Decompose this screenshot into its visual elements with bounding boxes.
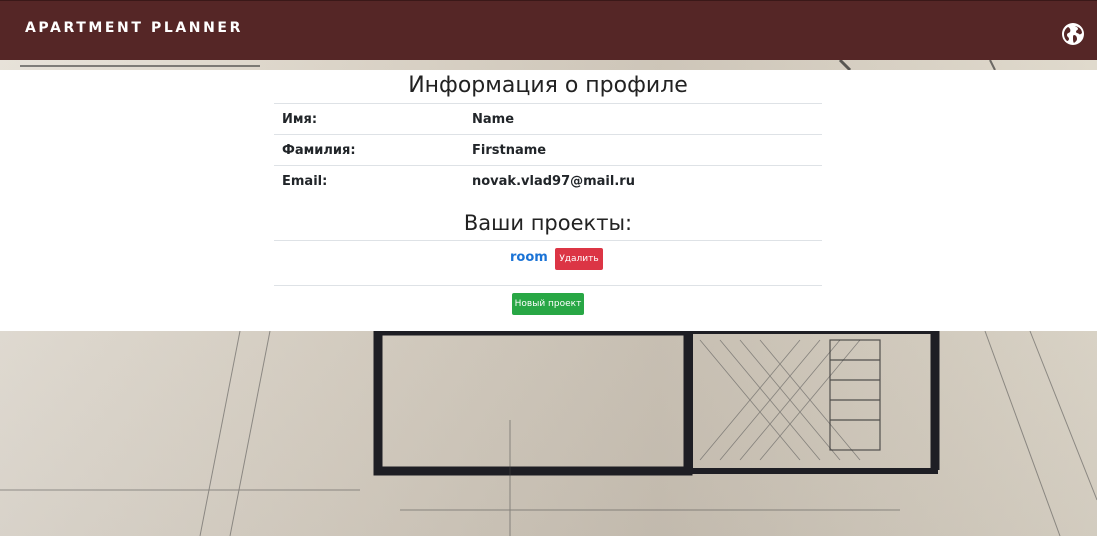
delete-project-button[interactable]: Удалить: [555, 248, 603, 270]
projects-title: Ваши проекты:: [463, 211, 633, 235]
profile-table: Имя: Name Фамилия: Firstname Email: nova…: [274, 103, 822, 196]
top-navbar: APARTMENT PLANNER: [0, 0, 1097, 60]
first-name-label: Имя:: [274, 103, 464, 135]
profile-title: Информация о профиле: [408, 73, 688, 98]
brand-logo[interactable]: APARTMENT PLANNER: [25, 20, 243, 36]
table-row: Имя: Name: [274, 103, 822, 135]
profile-panel: Информация о профиле Имя: Name Фамилия: …: [0, 70, 1097, 331]
last-name-value: Firstname: [464, 134, 822, 166]
last-name-label: Фамилия:: [274, 134, 464, 166]
new-project-button[interactable]: Новый проект: [512, 293, 584, 315]
table-row: Email: novak.vlad97@mail.ru: [274, 165, 822, 196]
table-row: Фамилия: Firstname: [274, 134, 822, 166]
project-link-room[interactable]: room: [510, 250, 548, 265]
projects-list: room Удалить: [274, 240, 822, 286]
globe-icon[interactable]: [1061, 22, 1085, 46]
first-name-value: Name: [464, 103, 822, 135]
email-label: Email:: [274, 165, 464, 196]
email-value: novak.vlad97@mail.ru: [464, 165, 822, 196]
